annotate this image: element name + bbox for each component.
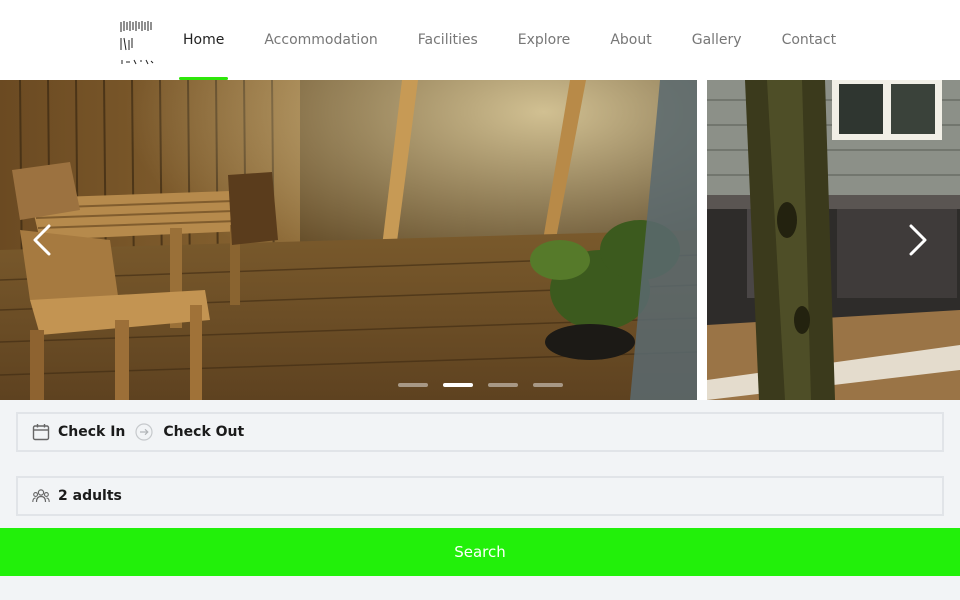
nav-item-explore[interactable]: Explore bbox=[498, 0, 591, 80]
site-logo[interactable] bbox=[118, 16, 158, 66]
nav-item-facilities[interactable]: Facilities bbox=[398, 0, 498, 80]
carousel-next-button[interactable] bbox=[900, 222, 936, 258]
check-out-label[interactable]: Check Out bbox=[163, 424, 244, 440]
chevron-left-icon bbox=[33, 224, 51, 256]
nav-item-about[interactable]: About bbox=[590, 0, 671, 80]
nav-item-gallery[interactable]: Gallery bbox=[672, 0, 762, 80]
search-button[interactable]: Search bbox=[0, 528, 960, 576]
booking-panel: Check In Check Out 2 adults Search bbox=[0, 400, 960, 600]
carousel-dot-active[interactable] bbox=[443, 383, 473, 387]
hero-carousel bbox=[0, 80, 960, 400]
nav-item-home[interactable]: Home bbox=[163, 0, 244, 80]
carousel-prev-button[interactable] bbox=[24, 222, 60, 258]
calendar-icon bbox=[32, 423, 50, 441]
carousel-dot[interactable] bbox=[533, 383, 563, 387]
date-range-field[interactable]: Check In Check Out bbox=[16, 412, 944, 452]
carousel-indicators bbox=[398, 383, 563, 387]
slide-image-deck bbox=[0, 80, 697, 400]
check-in-label[interactable]: Check In bbox=[58, 424, 125, 440]
chevron-right-icon bbox=[909, 224, 927, 256]
site-header: Home Accommodation Facilities Explore Ab… bbox=[0, 0, 960, 80]
arrow-right-circle-icon bbox=[135, 423, 154, 441]
guests-label: 2 adults bbox=[58, 488, 122, 504]
main-nav: Home Accommodation Facilities Explore Ab… bbox=[163, 0, 856, 80]
carousel-dot[interactable] bbox=[488, 383, 518, 387]
users-icon bbox=[32, 487, 50, 505]
nav-item-accommodation[interactable]: Accommodation bbox=[244, 0, 397, 80]
guests-field[interactable]: 2 adults bbox=[16, 476, 944, 516]
nav-item-contact[interactable]: Contact bbox=[762, 0, 856, 80]
slide-divider bbox=[697, 80, 707, 400]
carousel-dot[interactable] bbox=[398, 383, 428, 387]
